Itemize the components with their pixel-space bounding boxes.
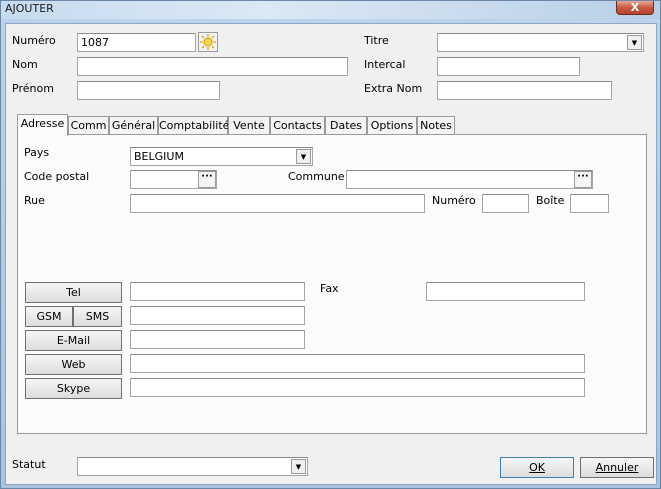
tab-comptabilite[interactable]: Comptabilité xyxy=(158,116,229,135)
rue-numero-label: Numéro xyxy=(432,194,476,207)
tab-adresse[interactable]: Adresse xyxy=(17,114,68,136)
sms-button[interactable]: SMS xyxy=(73,306,122,327)
nom-field[interactable] xyxy=(77,57,348,76)
extra-nom-field[interactable] xyxy=(437,81,612,100)
tab-general[interactable]: Général xyxy=(109,116,158,135)
tab-dates[interactable]: Dates xyxy=(325,116,367,135)
titre-label: Titre xyxy=(364,34,389,47)
prenom-label: Prénom xyxy=(12,82,54,95)
fax-field[interactable] xyxy=(426,282,585,301)
boite-field[interactable] xyxy=(570,194,609,213)
intercal-label: Intercal xyxy=(364,58,406,71)
boite-label: Boîte xyxy=(536,194,565,207)
auto-number-button[interactable] xyxy=(198,32,218,52)
nom-label: Nom xyxy=(12,58,38,71)
adresse-panel: Pays BELGIUM ▼ Code postal ··· Commune ·… xyxy=(17,134,647,434)
commune-field[interactable] xyxy=(346,170,593,189)
tab-comm[interactable]: Comm xyxy=(68,116,109,135)
annuler-button[interactable]: Annuler xyxy=(580,457,654,478)
pays-dropdown-button[interactable]: ▼ xyxy=(296,149,311,164)
statut-label: Statut xyxy=(12,458,46,471)
sparkle-icon xyxy=(200,34,216,50)
extra-nom-label: Extra Nom xyxy=(364,82,423,95)
titre-select[interactable] xyxy=(437,33,644,52)
skype-field[interactable] xyxy=(130,378,585,397)
rue-field[interactable] xyxy=(130,194,425,213)
dialog-body: Numéro 1087 Nom Prénom Titre ▼ Intercal … xyxy=(5,23,657,485)
prenom-field[interactable] xyxy=(77,81,220,100)
tab-contacts[interactable]: Contacts xyxy=(270,116,325,135)
pays-label: Pays xyxy=(24,146,50,159)
window-title: AJOUTER xyxy=(5,2,54,15)
gsm-field[interactable] xyxy=(130,306,305,325)
code-postal-browse-button[interactable]: ··· xyxy=(198,171,216,188)
intercal-field[interactable] xyxy=(437,57,580,76)
close-button[interactable]: X xyxy=(616,1,654,15)
ok-label: OK xyxy=(529,461,545,474)
commune-label: Commune xyxy=(288,170,345,183)
tel-field[interactable] xyxy=(130,282,305,301)
statut-dropdown-button[interactable]: ▼ xyxy=(291,459,306,474)
rue-label: Rue xyxy=(24,194,45,207)
web-button[interactable]: Web xyxy=(25,354,122,375)
email-button[interactable]: E-Mail xyxy=(25,330,122,351)
email-field[interactable] xyxy=(130,330,305,349)
code-postal-label: Code postal xyxy=(24,170,90,183)
tab-vente[interactable]: Vente xyxy=(228,116,270,135)
ok-button[interactable]: OK xyxy=(500,457,574,478)
gsm-button[interactable]: GSM xyxy=(25,306,73,327)
pays-select[interactable]: BELGIUM xyxy=(130,147,313,166)
numero-field[interactable]: 1087 xyxy=(77,33,196,52)
annuler-label: Annuler xyxy=(595,461,639,474)
titre-dropdown-button[interactable]: ▼ xyxy=(627,35,642,50)
tab-options[interactable]: Options xyxy=(367,116,417,135)
tab-notes[interactable]: Notes xyxy=(417,116,455,135)
fax-label: Fax xyxy=(320,282,339,295)
dialog-window: AJOUTER X Numéro 1087 Nom Prénom Titre ▼… xyxy=(0,0,661,489)
tel-button[interactable]: Tel xyxy=(25,282,122,303)
web-field[interactable] xyxy=(130,354,585,373)
statut-select[interactable] xyxy=(77,457,308,476)
rue-numero-field[interactable] xyxy=(482,194,529,213)
numero-label: Numéro xyxy=(12,34,56,47)
commune-browse-button[interactable]: ··· xyxy=(574,171,592,188)
skype-button[interactable]: Skype xyxy=(25,378,122,399)
title-bar[interactable]: AJOUTER X xyxy=(1,1,660,19)
